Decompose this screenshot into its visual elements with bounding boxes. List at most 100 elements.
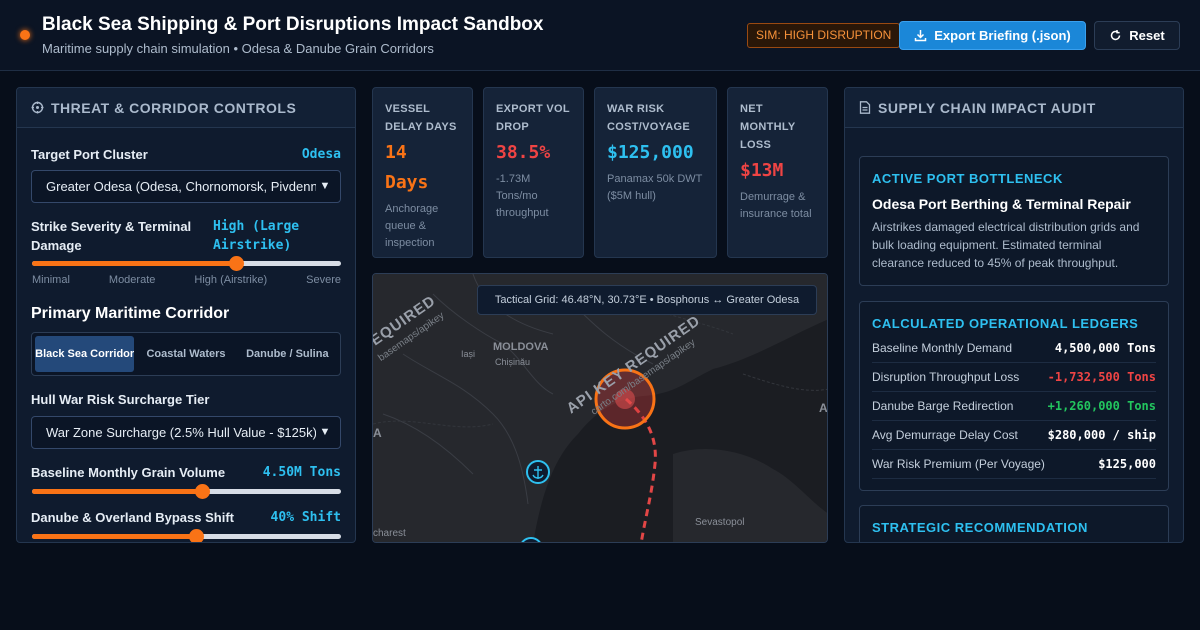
severity-tick: Severe <box>306 274 341 286</box>
tactical-map[interactable]: MOLDOVA Iași Chișinău Sevastopol charest… <box>372 273 828 543</box>
controls-panel-title: THREAT & CORRIDOR CONTROLS <box>51 99 297 116</box>
grain-volume-control: Baseline Monthly Grain Volume 4.50M Tons <box>31 463 341 482</box>
ledger-row: Avg Demurrage Delay Cost $280,000 / ship <box>872 421 1156 450</box>
grain-volume-label: Baseline Monthly Grain Volume <box>31 465 226 480</box>
kpi-note: Anchorage queue & inspection <box>385 203 439 249</box>
ledger-row: Disruption Throughput Loss -1,732,500 To… <box>872 363 1156 392</box>
slider-fill <box>32 489 202 494</box>
map-label-chisinau: Chișinău <box>495 357 530 367</box>
kpi-note: -1.73M Tons/mo throughput <box>496 173 549 219</box>
kpi-value: $13M <box>740 160 784 181</box>
bottleneck-title: ACTIVE PORT BOTTLENECK <box>872 171 1063 186</box>
ledger-value: $125,000 <box>1098 457 1156 471</box>
app-subtitle: Maritime supply chain simulation • Odesa… <box>42 41 434 56</box>
strike-severity-slider[interactable] <box>32 256 341 271</box>
severity-tick: High (Airstrike) <box>194 274 268 286</box>
kpi-war-risk-cost: WAR RISK COST/VOYAGE $125,000 Panamax 50… <box>594 87 717 258</box>
map-label-bucharest: charest <box>373 528 406 539</box>
threat-controls-panel: THREAT & CORRIDOR CONTROLS Target Port C… <box>16 87 356 543</box>
kpi-net-monthly-loss: NET MONTHLY LOSS $13M Demurrage & insura… <box>727 87 828 258</box>
ledger-label: War Risk Premium (Per Voyage) <box>872 457 1045 471</box>
ledger-value: 4,500,000 Tons <box>1054 341 1156 355</box>
corridor-section-title: Primary Maritime Corridor <box>31 305 230 322</box>
kpi-note: Demurrage & insurance total <box>740 191 812 220</box>
reset-button[interactable]: Reset <box>1094 21 1180 50</box>
bottleneck-heading: Odesa Port Berthing & Terminal Repair <box>872 196 1131 212</box>
kpi-value: 38.5% <box>496 142 551 163</box>
download-icon <box>915 30 927 42</box>
recommendation-title: STRATEGIC RECOMMENDATION <box>872 520 1088 535</box>
severity-tick: Minimal <box>32 274 70 286</box>
ledger-label: Disruption Throughput Loss <box>872 370 1020 384</box>
bypass-shift-value: 40% Shift <box>270 510 341 525</box>
surcharge-control: Hull War Risk Surcharge Tier <box>31 390 341 409</box>
strike-severity-label: Strike Severity & Terminal Damage <box>31 219 192 253</box>
kpi-note: Panamax 50k DWT ($5M hull) <box>607 173 703 202</box>
kpi-label: VESSEL DELAY DAYS <box>385 103 457 133</box>
strike-severity-value: High (Large Airstrike) <box>213 219 300 253</box>
ledger-label: Danube Barge Redirection <box>872 399 1014 413</box>
bypass-shift-label: Danube & Overland Bypass Shift <box>31 510 234 525</box>
kpi-label: EXPORT VOL DROP <box>496 103 570 133</box>
export-button-label: Export Briefing (.json) <box>934 28 1071 43</box>
app-title: Black Sea Shipping & Port Disruptions Im… <box>42 14 544 35</box>
bypass-shift-control: Danube & Overland Bypass Shift 40% Shift <box>31 508 341 527</box>
grain-volume-slider[interactable] <box>32 484 341 499</box>
kpi-label: NET MONTHLY LOSS <box>740 103 796 151</box>
bypass-shift-slider[interactable] <box>32 529 341 542</box>
grain-volume-value: 4.50M Tons <box>262 465 341 480</box>
sim-status-badge: SIM: HIGH DISRUPTION <box>747 23 901 48</box>
severity-ticks: Minimal Moderate High (Airstrike) Severe <box>32 274 341 286</box>
ledger-value: $280,000 / ship <box>1047 428 1156 442</box>
strike-severity-control: Strike Severity & Terminal Damage High (… <box>31 217 341 255</box>
map-label-moldova: MOLDOVA <box>493 341 548 353</box>
ledger-value: -1,732,500 Tons <box>1047 370 1156 384</box>
ledger-row: Danube Barge Redirection +1,260,000 Tons <box>872 392 1156 421</box>
kpi-vessel-delay: VESSEL DELAY DAYS 14 Days Anchorage queu… <box>372 87 473 258</box>
ledger-value: +1,260,000 Tons <box>1047 399 1156 413</box>
kpi-label: WAR RISK COST/VOYAGE <box>607 103 690 133</box>
surcharge-label: Hull War Risk Surcharge Tier <box>31 392 210 407</box>
chevron-down-icon: ▼ <box>316 417 334 448</box>
ledger-row: War Risk Premium (Per Voyage) $125,000 <box>872 450 1156 479</box>
ledger-label: Avg Demurrage Delay Cost <box>872 428 1018 442</box>
port-cluster-label: Target Port Cluster <box>31 147 148 162</box>
ledger-label: Baseline Monthly Demand <box>872 341 1013 355</box>
kpi-export-drop: EXPORT VOL DROP 38.5% -1.73M Tons/mo thr… <box>483 87 584 258</box>
map-crimea <box>673 449 827 542</box>
chevron-down-icon: ▼ <box>316 171 334 202</box>
reset-button-label: Reset <box>1129 28 1165 43</box>
slider-fill <box>32 261 236 266</box>
status-indicator <box>20 30 30 40</box>
slider-thumb[interactable] <box>194 484 210 499</box>
map-label-edge: A <box>819 401 828 415</box>
slider-fill <box>32 534 196 539</box>
surcharge-selected: War Zone Surcharge (2.5% Hull Value - $1… <box>46 425 317 440</box>
ledgers-title: CALCULATED OPERATIONAL LEDGERS <box>872 316 1139 331</box>
corridor-option-coastal[interactable]: Coastal Waters <box>136 336 235 372</box>
port-cluster-selected: Greater Odesa (Odesa, Chornomorsk, Pivde… <box>46 179 329 194</box>
corridor-option-black-sea[interactable]: Black Sea Corridor <box>35 336 135 372</box>
kpi-value: $125,000 <box>607 142 694 163</box>
crosshair-icon <box>31 101 44 114</box>
bottleneck-body: Airstrikes damaged electrical distributi… <box>872 220 1140 270</box>
export-briefing-button[interactable]: Export Briefing (.json) <box>899 21 1086 50</box>
kpi-value: 14 Days <box>385 142 429 193</box>
surcharge-select[interactable]: War Zone Surcharge (2.5% Hull Value - $1… <box>31 416 341 449</box>
port-cluster-control: Target Port Cluster Odesa <box>31 145 341 164</box>
slider-thumb[interactable] <box>188 529 204 542</box>
map-label-iasi: Iași <box>461 349 475 359</box>
supply-chain-audit-panel: SUPPLY CHAIN IMPACT AUDIT ACTIVE PORT BO… <box>844 87 1184 543</box>
port-cluster-select[interactable]: Greater Odesa (Odesa, Chornomorsk, Pivde… <box>31 170 341 203</box>
document-icon <box>859 101 871 114</box>
app-header: Black Sea Shipping & Port Disruptions Im… <box>0 0 1200 71</box>
corridor-selector: Black Sea Corridor Coastal Waters Danube… <box>31 332 341 376</box>
corridor-option-danube[interactable]: Danube / Sulina <box>238 336 337 372</box>
controls-panel-header: THREAT & CORRIDOR CONTROLS <box>17 88 355 128</box>
slider-thumb[interactable] <box>228 256 244 271</box>
severity-tick: Moderate <box>108 274 156 286</box>
recommendation-card: STRATEGIC RECOMMENDATION <box>859 505 1169 542</box>
audit-panel-header: SUPPLY CHAIN IMPACT AUDIT <box>845 88 1183 128</box>
port-cluster-value: Odesa <box>301 147 341 162</box>
ledgers-card: CALCULATED OPERATIONAL LEDGERS Baseline … <box>859 301 1169 491</box>
